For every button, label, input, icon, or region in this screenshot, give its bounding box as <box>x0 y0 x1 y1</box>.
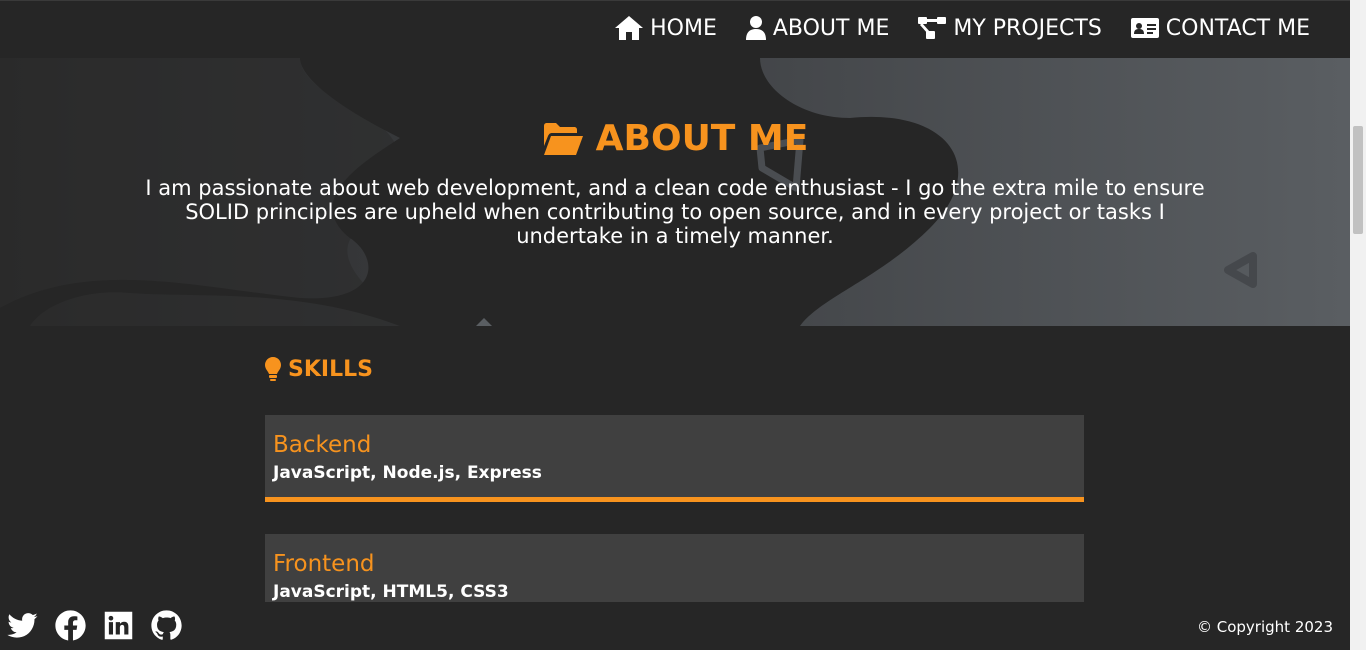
social-links <box>6 609 183 642</box>
nav-about-label: ABOUT ME <box>772 15 890 41</box>
nav-about-link[interactable]: ABOUT ME <box>745 15 890 41</box>
nav-home-label: HOME <box>650 15 717 41</box>
navbar: HOME ABOUT ME MY PROJECTS CONTACT ME <box>0 0 1350 58</box>
id-card-icon <box>1130 18 1159 38</box>
github-icon[interactable] <box>150 609 183 642</box>
skill-list: JavaScript, HTML5, CSS3 <box>273 582 509 602</box>
lightbulb-icon <box>265 357 281 381</box>
copyright-text: © Copyright 2023 <box>1196 618 1333 636</box>
skill-title: Backend <box>273 432 372 458</box>
nav-menu: HOME ABOUT ME MY PROJECTS CONTACT ME <box>614 15 1310 41</box>
project-diagram-icon <box>918 17 947 39</box>
about-hero: ABOUT ME I am passionate about web devel… <box>0 58 1350 326</box>
nav-projects-link[interactable]: MY PROJECTS <box>917 15 1102 41</box>
nav-contact-label: CONTACT ME <box>1165 15 1310 41</box>
nav-projects-label: MY PROJECTS <box>953 15 1102 41</box>
facebook-icon[interactable] <box>54 609 87 642</box>
nav-home-link[interactable]: HOME <box>614 15 717 41</box>
user-icon <box>745 16 766 40</box>
skills-heading: SKILLS <box>264 356 373 382</box>
skill-card-backend[interactable]: Backend JavaScript, Node.js, Express <box>265 415 1084 502</box>
folder-open-icon <box>543 122 583 155</box>
about-title-text: ABOUT ME <box>595 118 809 159</box>
skill-list: JavaScript, Node.js, Express <box>273 463 542 483</box>
page-scrollbar[interactable] <box>1350 0 1366 650</box>
nav-contact-link[interactable]: CONTACT ME <box>1130 15 1310 41</box>
about-description: I am passionate about web development, a… <box>145 176 1205 248</box>
linkedin-icon[interactable] <box>102 609 135 642</box>
skills-heading-text: SKILLS <box>288 356 373 382</box>
twitter-icon[interactable] <box>6 609 39 642</box>
home-icon <box>615 16 644 40</box>
footer: © Copyright 2023 <box>0 602 1350 650</box>
skill-title: Frontend <box>273 551 375 577</box>
scrollbar-thumb[interactable] <box>1353 126 1363 234</box>
about-title: ABOUT ME <box>0 118 1350 159</box>
